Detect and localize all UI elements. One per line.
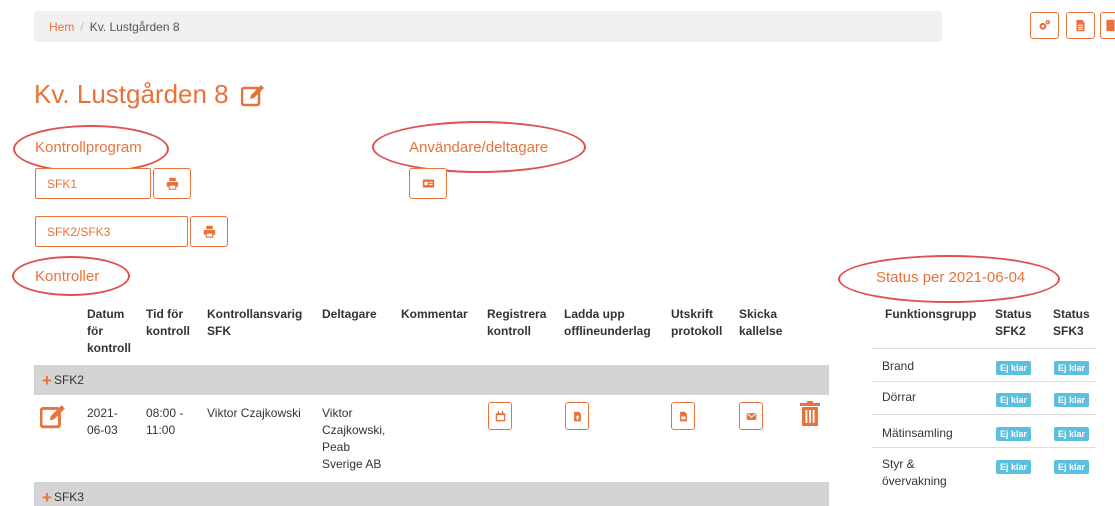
status-header-grupp: Funktionsgrupp (885, 307, 977, 321)
breadcrumb-current: Kv. Lustgården 8 (89, 19, 180, 34)
breadcrumb: Hem / Kv. Lustgården 8 (34, 11, 942, 42)
status-grupp: Dörrar (882, 390, 917, 404)
print-icon (203, 225, 215, 238)
bookmark-button[interactable] (1100, 12, 1115, 39)
expand-icon: + (42, 370, 52, 390)
cell-deltagare: Viktor Czajkowski, Peab Sverige AB (322, 406, 386, 471)
header-datum: Datum för kontroll (87, 307, 131, 355)
status-badge: Ej klar (1054, 393, 1090, 407)
status-badge: Ej klar (996, 460, 1032, 474)
trash-icon (800, 401, 820, 426)
envelope-icon (746, 412, 756, 420)
group-label: SFK3 (53, 490, 84, 504)
file-pdf-icon (679, 411, 687, 421)
status-badge: Ej klar (1054, 427, 1090, 441)
program-sfk1-field[interactable]: SFK1 (35, 168, 151, 199)
header-deltagare: Deltagare (322, 307, 377, 321)
status-row: Dörrar Ej klar Ej klar (872, 381, 1096, 414)
edit-icon (39, 405, 65, 429)
breadcrumb-separator: / (80, 19, 84, 34)
header-skicka: Skicka kallelse (739, 307, 783, 338)
status-heading: Status per 2021-06-04 (876, 269, 1026, 286)
print-sfk2-sfk3-button[interactable] (190, 216, 228, 247)
status-badge: Ej klar (996, 361, 1032, 375)
settings-button[interactable] (1030, 12, 1059, 39)
status-badge: Ej klar (1054, 361, 1090, 375)
print-icon (166, 177, 178, 190)
bookmark-icon (1105, 19, 1115, 32)
header-tid: Tid för kontroll (146, 307, 190, 338)
print-sfk1-button[interactable] (153, 168, 191, 199)
print-protocol-button[interactable] (671, 402, 695, 430)
page-title-text: Kv. Lustgården 8 (34, 79, 229, 109)
cell-ansvarig: Viktor Czajkowski (207, 406, 301, 420)
status-grupp: Styr & övervakning (882, 457, 947, 488)
header-registrera: Registrera kontroll (487, 307, 547, 338)
group-row-sfk3[interactable]: + SFK3 (34, 482, 829, 506)
file-upload-icon (573, 411, 581, 421)
status-badge: Ej klar (1054, 460, 1090, 474)
status-badge: Ej klar (996, 427, 1032, 441)
register-control-button[interactable] (488, 402, 512, 430)
status-row: Mätinsamling Ej klar Ej klar (872, 414, 1096, 447)
status-row: Brand Ej klar Ej klar (872, 348, 1096, 381)
id-card-icon (422, 179, 434, 188)
header-utskrift: Utskrift protokoll (671, 307, 723, 338)
document-icon (1076, 19, 1085, 32)
program-sfk2-sfk3-field[interactable]: SFK2/SFK3 (35, 216, 188, 247)
anvandare-heading: Användare/deltagare (409, 139, 549, 156)
users-button[interactable] (409, 168, 447, 199)
send-invite-button[interactable] (739, 402, 763, 430)
expand-icon: + (42, 487, 52, 506)
status-grupp: Brand (882, 359, 915, 373)
cogs-icon (1039, 19, 1051, 30)
breadcrumb-home-link[interactable]: Hem (49, 20, 74, 34)
group-label: SFK2 (53, 373, 84, 387)
status-grupp: Mätinsamling (882, 426, 953, 440)
header-ladda: Ladda upp offlineunderlag (564, 307, 651, 338)
group-row-sfk2[interactable]: + SFK2 (34, 365, 829, 395)
cell-datum: 2021-06-03 (87, 406, 118, 437)
edit-icon[interactable] (240, 83, 265, 107)
kontroller-heading: Kontroller (35, 268, 100, 285)
calendar-icon (495, 410, 505, 421)
status-row: Styr & övervakning Ej klar Ej klar (872, 447, 1096, 497)
status-badge: Ej klar (996, 393, 1032, 407)
cell-tid: 08:00 - 11:00 (146, 406, 184, 437)
delete-row-button[interactable] (799, 401, 821, 427)
upload-offline-button[interactable] (565, 402, 589, 430)
header-ansvarig: Kontrollansvarig SFK (207, 307, 303, 338)
edit-row-button[interactable] (39, 403, 68, 429)
status-header-sfk2: Status SFK2 (995, 307, 1032, 338)
kontrollprogram-heading: Kontrollprogram (35, 139, 142, 156)
header-kommentar: Kommentar (401, 307, 468, 321)
status-header-sfk3: Status SFK3 (1053, 307, 1090, 338)
document-button[interactable] (1066, 12, 1095, 39)
page-title: Kv. Lustgården 8 (34, 79, 265, 110)
